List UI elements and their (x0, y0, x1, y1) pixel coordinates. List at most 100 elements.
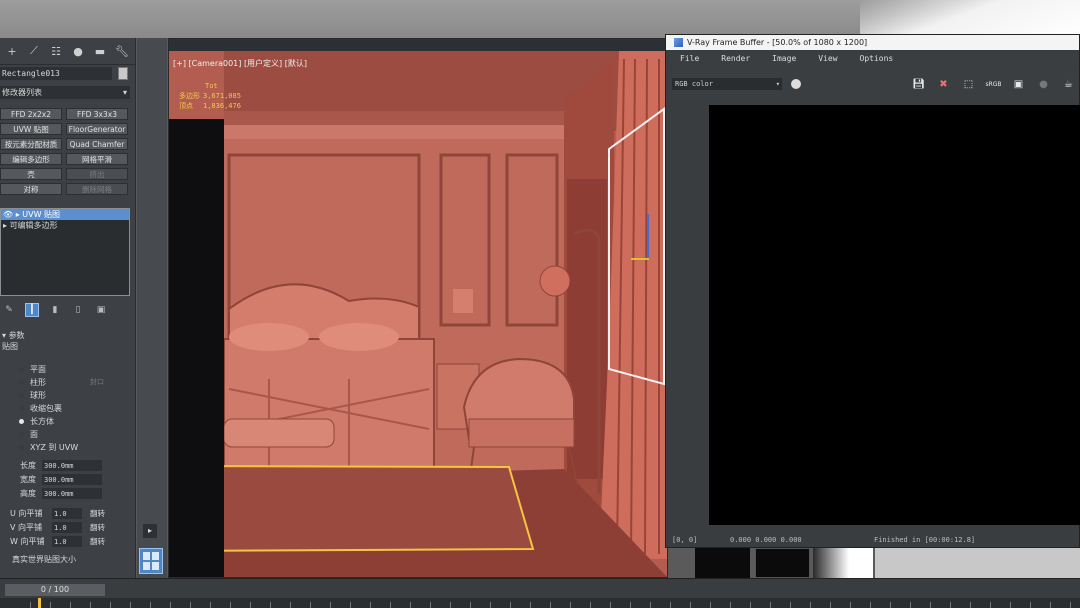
modifier-button-quad-chamfer[interactable]: Quad Chamfer (66, 138, 128, 150)
modifier-button-uvw-map[interactable]: UVW 贴图 (0, 123, 62, 135)
modifier-button-ffd333[interactable]: FFD 3x3x3 (66, 108, 128, 120)
menu-view[interactable]: View (818, 52, 837, 66)
clear-icon[interactable]: ✖ (935, 76, 952, 93)
menu-image[interactable]: Image (772, 52, 796, 66)
pin-stack-icon[interactable]: ✎ (2, 303, 16, 317)
save-icon[interactable]: 💾︎ (910, 76, 927, 93)
timeline-tick (410, 602, 411, 608)
parameters-rollout: ▾ 参数 贴图 平面 柱形 封口 球形 收缩包裹 长方体 面 XYZ 到 UVW… (0, 330, 130, 570)
stack-item-uvw-map[interactable]: 👁︎ ▸ UVW 贴图 (1, 209, 129, 220)
object-color-swatch[interactable] (118, 67, 128, 80)
timeline-tick (270, 602, 271, 608)
remove-modifier-icon[interactable]: ▯ (71, 303, 85, 317)
thumbnail[interactable] (755, 548, 810, 578)
create-icon[interactable]: + (4, 44, 20, 58)
v-tile-input[interactable]: 1.0 (52, 522, 82, 533)
viewport-label[interactable]: [+] [Camera001] [用户定义] [默认] (173, 58, 307, 69)
timeline-tick (110, 602, 111, 608)
object-name-field[interactable]: Rectangle013 (0, 67, 112, 80)
window-gloss (860, 0, 1080, 36)
timeline-tick (590, 602, 591, 608)
viewport-header (169, 39, 667, 51)
length-input[interactable]: 300.0mm (42, 460, 102, 471)
vfb-title-bar[interactable]: V-Ray Frame Buffer - [50.0% of 1080 x 12… (666, 35, 1079, 50)
track-bar[interactable] (0, 598, 1080, 608)
radio-face[interactable]: 面 (19, 429, 38, 441)
timeline-tick (1070, 602, 1071, 608)
timeline-tick (770, 602, 771, 608)
time-slider[interactable]: 0 / 100 (5, 584, 105, 596)
width-label: 宽度 (20, 475, 36, 484)
stats-header: Tot (205, 82, 218, 90)
modifier-button-material-by-element[interactable]: 按元素分配材质 (0, 138, 62, 150)
timeline-tick (350, 602, 351, 608)
stop-icon[interactable]: ● (1035, 76, 1052, 93)
timeline-tick (930, 602, 931, 608)
modifier-list-dropdown[interactable]: 修改器列表 ▾ (0, 86, 130, 99)
utilities-icon[interactable]: 🔧︎ (114, 44, 130, 58)
radio-cylindrical[interactable]: 柱形 (19, 377, 46, 389)
polys-value: 3,671,085 (203, 92, 241, 100)
show-end-result-icon[interactable]: ┃ (25, 303, 39, 317)
display-icon[interactable]: ▬ (92, 44, 108, 58)
history-icon[interactable]: ▣ (1010, 76, 1027, 93)
stack-toolbar: ✎ ┃ ▮ ▯ ▣ (0, 302, 130, 318)
u-flip-checkbox[interactable]: 翻转 (90, 508, 105, 520)
motion-icon[interactable]: ● (70, 44, 86, 58)
timeline-tick (910, 602, 911, 608)
modifier-list-label: 修改器列表 (2, 88, 42, 97)
srgb-icon[interactable]: sRGB (985, 76, 1002, 93)
modifier-button-delete-mesh[interactable]: 删除网格 (66, 183, 128, 195)
rendered-image[interactable] (709, 105, 1080, 525)
mono-toggle-icon[interactable] (791, 79, 801, 89)
width-input[interactable]: 300.0mm (42, 474, 102, 485)
rollout-title[interactable]: ▾ 参数 (0, 330, 130, 341)
modifier-button-ffd222[interactable]: FFD 2x2x2 (0, 108, 62, 120)
modify-icon[interactable]: ⟋ (26, 44, 42, 58)
desktop-area (875, 548, 1080, 578)
camera-viewport[interactable]: [+] [Camera001] [用户定义] [默认] Tot 多边形 3,671… (168, 38, 668, 578)
modifier-button-meshsmooth[interactable]: 网格平滑 (66, 153, 128, 165)
height-field: 高度 300.0mm (20, 488, 102, 500)
timeline-tick (990, 602, 991, 608)
radio-spherical[interactable]: 球形 (19, 390, 46, 402)
viewport-letterbox (169, 119, 224, 577)
radio-planar[interactable]: 平面 (19, 364, 46, 376)
thumbnail[interactable] (695, 548, 750, 578)
stack-item-editable-poly[interactable]: ▸ 可编辑多边形 (1, 220, 129, 231)
menu-file[interactable]: File (680, 52, 699, 66)
timeline-tick (470, 602, 471, 608)
v-flip-checkbox[interactable]: 翻转 (90, 522, 105, 534)
modifier-button-shell[interactable]: 壳 (0, 168, 62, 180)
channel-select[interactable]: RGB color ▾ (672, 78, 782, 90)
modifier-button-extrude[interactable]: 挤出 (66, 168, 128, 180)
region-icon[interactable]: ⬚ (960, 76, 977, 93)
hierarchy-icon[interactable]: ☷ (48, 44, 64, 58)
make-unique-icon[interactable]: ▮ (48, 303, 62, 317)
radio-xyz-to-uvw[interactable]: XYZ 到 UVW (19, 442, 78, 454)
viewport-layout-button[interactable] (139, 548, 163, 574)
configure-sets-icon[interactable]: ▣ (94, 303, 108, 317)
timeline-tick (690, 602, 691, 608)
eye-icon[interactable]: 👁︎ ▸ (3, 210, 22, 219)
thumbnail[interactable] (813, 548, 873, 578)
current-frame-marker[interactable] (38, 598, 41, 608)
modifier-button-floor-generator[interactable]: FloorGenerator (66, 123, 128, 135)
menu-options[interactable]: Options (860, 52, 894, 66)
height-input[interactable]: 300.0mm (42, 488, 102, 499)
radio-box[interactable]: 长方体 (19, 416, 54, 428)
render-icon[interactable]: ☕︎ (1060, 76, 1077, 93)
modifier-button-symmetry[interactable]: 对称 (0, 183, 62, 195)
cap-checkbox[interactable]: 封口 (90, 377, 104, 387)
modifier-button-grid: FFD 2x2x2 FFD 3x3x3 UVW 贴图 FloorGenerato… (0, 108, 130, 195)
u-tile-input[interactable]: 1.0 (52, 508, 82, 519)
radio-shrink-wrap[interactable]: 收缩包裹 (19, 403, 62, 415)
modifier-button-edit-poly[interactable]: 编辑多边形 (0, 153, 62, 165)
w-tile-input[interactable]: 1.0 (52, 536, 82, 547)
w-flip-checkbox[interactable]: 翻转 (90, 536, 105, 548)
real-world-map-size-checkbox[interactable]: 真实世界贴图大小 (12, 554, 76, 565)
play-icon[interactable]: ▸ (143, 524, 157, 538)
menu-render[interactable]: Render (721, 52, 750, 66)
room-render (169, 51, 667, 577)
bench (223, 418, 335, 448)
